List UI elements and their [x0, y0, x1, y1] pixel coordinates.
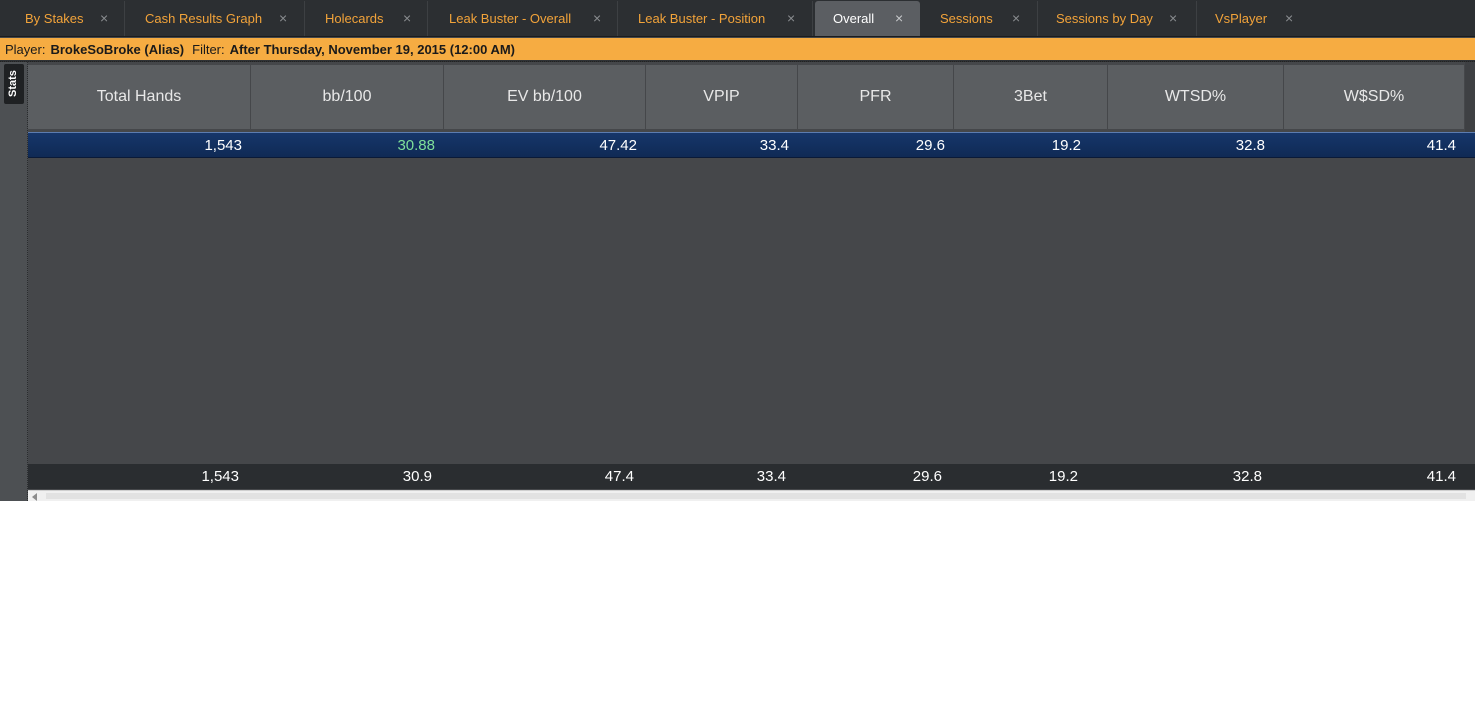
column-header-label: PFR	[859, 88, 892, 105]
stats-side-tab-label: Stats	[7, 70, 19, 97]
column-header-label: 3Bet	[1014, 88, 1047, 105]
tab-label: Leak Buster - Overall	[449, 11, 572, 26]
cell-total-hands: 1,543	[204, 136, 242, 154]
column-header-label: WTSD%	[1164, 88, 1227, 105]
column-header-label: bb/100	[322, 88, 372, 105]
total-bb100: 30.9	[402, 468, 432, 485]
column-header-wsd[interactable]: W$SD%	[1284, 65, 1465, 129]
cell-ev-bb100: 47.42	[599, 136, 637, 154]
grid-header-row: Total Hands bb/100 EV bb/100 VPIP PFR 3B…	[28, 65, 1475, 129]
total-vpip: 33.4	[756, 468, 786, 485]
tab-label: Sessions by Day	[1056, 11, 1153, 26]
column-header-vpip[interactable]: VPIP	[646, 65, 798, 129]
column-header-label: Total Hands	[96, 88, 182, 105]
column-header-ev-bb100[interactable]: EV bb/100	[444, 65, 646, 129]
close-icon[interactable]: ×	[895, 10, 903, 26]
column-header-wtsd[interactable]: WTSD%	[1108, 65, 1284, 129]
cell-wtsd: 32.8	[1235, 136, 1265, 154]
close-icon[interactable]: ×	[593, 10, 601, 26]
tab-label: Overall	[833, 11, 875, 26]
tab-holecards[interactable]: Holecards ×	[307, 1, 428, 36]
close-icon[interactable]: ×	[1169, 10, 1177, 26]
total-total-hands: 1,543	[201, 468, 239, 485]
close-icon[interactable]: ×	[279, 10, 287, 26]
total-wtsd: 32.8	[1232, 468, 1262, 485]
column-header-pfr[interactable]: PFR	[798, 65, 954, 129]
close-icon[interactable]: ×	[1012, 10, 1020, 26]
cell-vpip: 33.4	[759, 136, 789, 154]
column-header-total-hands[interactable]: Total Hands	[28, 65, 251, 129]
tab-label: Cash Results Graph	[145, 11, 263, 26]
stats-side-tab[interactable]: Stats	[4, 64, 24, 104]
scrollbar-thumb[interactable]	[46, 493, 1466, 499]
filter-label: Filter:	[192, 41, 225, 57]
total-wsd: 41.4	[1426, 468, 1456, 485]
total-3bet: 19.2	[1048, 468, 1078, 485]
totals-row: 1,543 30.9 47.4 33.4 29.6 19.2 32.8 41.4	[28, 464, 1475, 489]
total-pfr: 29.6	[912, 468, 942, 485]
stats-grid: Total Hands bb/100 EV bb/100 VPIP PFR 3B…	[28, 62, 1475, 501]
tab-label: VsPlayer	[1215, 11, 1268, 26]
tab-leak-buster-overall[interactable]: Leak Buster - Overall ×	[431, 1, 618, 36]
column-header-label: VPIP	[703, 88, 740, 105]
cell-bb100: 30.88	[397, 136, 435, 154]
column-header-3bet[interactable]: 3Bet	[954, 65, 1108, 129]
tab-leak-buster-position[interactable]: Leak Buster - Position ×	[620, 1, 813, 36]
close-icon[interactable]: ×	[787, 10, 795, 26]
player-value: BrokeSoBroke (Alias)	[50, 41, 185, 57]
report-tab-bar: By Stakes × Cash Results Graph × Holecar…	[0, 0, 1475, 37]
table-row[interactable]: 1,543 30.88 47.42 33.4 29.6 19.2 32.8 41…	[28, 132, 1475, 158]
tab-vsplayer[interactable]: VsPlayer ×	[1197, 1, 1307, 36]
tab-label: Sessions	[940, 11, 993, 26]
tab-by-stakes[interactable]: By Stakes ×	[7, 1, 125, 36]
player-filter-bar[interactable]: Player: BrokeSoBroke (Alias) Filter: Aft…	[0, 38, 1475, 60]
close-icon[interactable]: ×	[100, 10, 108, 26]
close-icon[interactable]: ×	[1285, 10, 1293, 26]
vertical-scrollbar[interactable]	[1465, 62, 1475, 132]
tab-sessions[interactable]: Sessions ×	[922, 1, 1038, 36]
tab-label: Holecards	[325, 11, 384, 26]
tab-label: By Stakes	[25, 11, 84, 26]
stats-sidebar: Stats	[0, 62, 28, 501]
tab-sessions-by-day[interactable]: Sessions by Day ×	[1038, 1, 1197, 36]
cell-wsd: 41.4	[1426, 136, 1456, 154]
column-header-label: W$SD%	[1343, 88, 1405, 105]
cell-pfr: 29.6	[915, 136, 945, 154]
column-header-bb100[interactable]: bb/100	[251, 65, 444, 129]
total-ev-bb100: 47.4	[604, 468, 634, 485]
tab-cash-results-graph[interactable]: Cash Results Graph ×	[127, 1, 305, 36]
player-label: Player:	[5, 41, 46, 57]
close-icon[interactable]: ×	[403, 10, 411, 26]
filter-value: After Thursday, November 19, 2015 (12:00…	[229, 41, 516, 57]
tab-label: Leak Buster - Position	[638, 11, 766, 26]
stats-window: By Stakes × Cash Results Graph × Holecar…	[0, 0, 1475, 501]
cell-3bet: 19.2	[1051, 136, 1081, 154]
tab-overall[interactable]: Overall ×	[815, 1, 920, 36]
horizontal-scrollbar[interactable]	[28, 490, 1475, 501]
column-header-label: EV bb/100	[507, 88, 582, 105]
scroll-left-icon[interactable]	[32, 493, 37, 501]
